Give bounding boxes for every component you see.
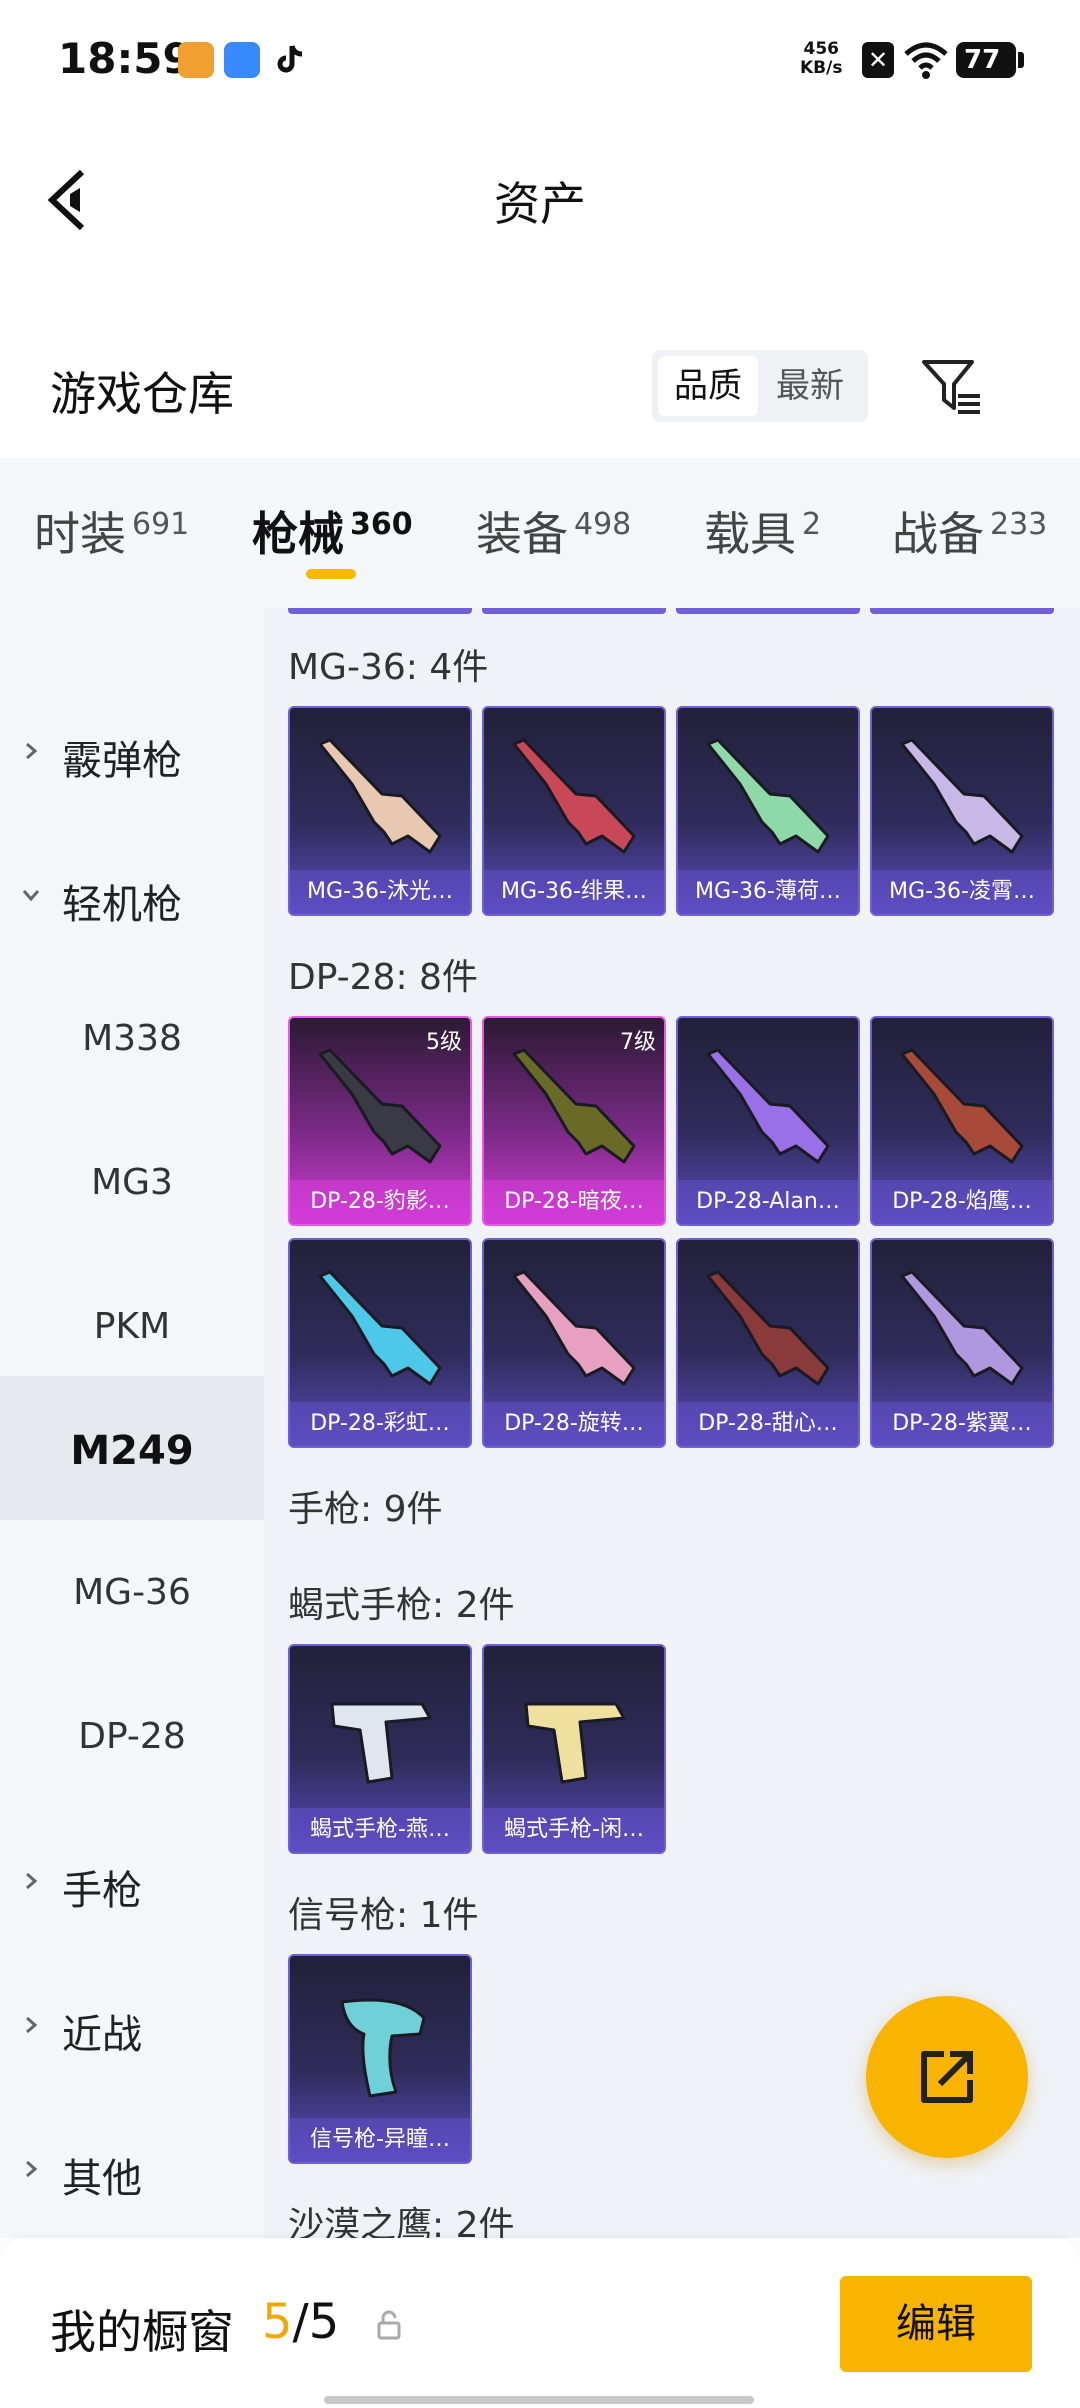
sidebar-item-lmg[interactable]: 轻机枪 — [0, 822, 264, 966]
battery-icon: 77 — [956, 42, 1024, 78]
wifi-icon — [904, 42, 948, 79]
weapon-card[interactable]: DP-28-紫翼… — [870, 1238, 1054, 1448]
weapon-skin-icon — [318, 1270, 442, 1386]
weapon-skin-icon — [512, 1270, 636, 1386]
group-title-desert-eagle: 沙漠之鹰: 2件 — [288, 2205, 515, 2238]
network-speed: 456 KB/s — [800, 39, 843, 78]
weapon-skin-icon — [900, 1270, 1024, 1386]
sidebar-item-dp28[interactable]: DP-28 — [0, 1664, 264, 1808]
weapon-skin-icon — [330, 1702, 432, 1784]
status-bar: 18:59 456 KB/s ✕ 77 — [0, 0, 1080, 120]
sidebar-item-melee[interactable]: 近战 — [0, 1952, 264, 2096]
home-indicator — [324, 2396, 754, 2404]
warehouse-title: 游戏仓库 — [50, 367, 234, 421]
sidebar-item-m338[interactable]: M338 — [0, 966, 264, 1110]
tab-equipment[interactable]: 装备 498 — [476, 498, 631, 564]
sidebar-item-other[interactable]: 其他 — [0, 2096, 264, 2238]
weapon-card[interactable]: 蝎式手枪-闲… — [482, 1644, 666, 1854]
weapon-card[interactable]: 信号枪-异瞳… — [288, 1954, 472, 2164]
weapon-skin-icon — [706, 738, 830, 854]
card-edge — [482, 608, 666, 614]
clock: 18:59 — [58, 34, 192, 83]
tiktok-icon — [277, 45, 303, 73]
tab-fashion[interactable]: 时装 691 — [34, 498, 189, 564]
sort-toggle: 品质 最新 — [652, 350, 868, 422]
weapon-card[interactable]: 7级 DP-28-暗夜… — [482, 1016, 666, 1226]
edit-button[interactable]: 编辑 — [840, 2276, 1032, 2372]
weapon-card[interactable]: DP-28-Alan… — [676, 1016, 860, 1226]
weapon-grid-panel: MG-36: 4件 MG-36-沐光… MG-36-绯果… MG-36-薄荷… … — [264, 608, 1080, 2238]
showcase-count: 5/5 — [262, 2294, 340, 2350]
group-title-pistol: 手枪: 9件 — [288, 1489, 443, 1530]
group-title-dp28: DP-28: 8件 — [288, 957, 478, 998]
share-button[interactable] — [866, 1996, 1028, 2158]
chevron-right-icon — [26, 1872, 38, 1890]
sidebar-item-m249[interactable]: M249 — [0, 1376, 264, 1520]
filter-button[interactable] — [920, 356, 986, 418]
card-edge — [288, 608, 472, 614]
level-badge: 7级 — [620, 1030, 656, 1055]
tab-firearms[interactable]: 枪械 360 — [252, 498, 413, 564]
weapon-card[interactable]: DP-28-焰鹰… — [870, 1016, 1054, 1226]
level-badge: 5级 — [426, 1030, 462, 1055]
weapon-card[interactable]: MG-36-薄荷… — [676, 706, 860, 916]
sort-newest-button[interactable]: 最新 — [760, 356, 860, 416]
weapon-card[interactable]: MG-36-凌霄… — [870, 706, 1054, 916]
weapon-skin-icon — [524, 1702, 626, 1784]
weapon-card[interactable]: 蝎式手枪-燕… — [288, 1644, 472, 1854]
weapon-card[interactable]: MG-36-绯果… — [482, 706, 666, 916]
sort-quality-button[interactable]: 品质 — [658, 356, 758, 416]
tab-vehicles[interactable]: 载具 2 — [704, 498, 821, 564]
share-external-icon — [921, 2051, 973, 2103]
sidebar-item-mg3[interactable]: MG3 — [0, 1110, 264, 1254]
weapon-category-sidebar: 霰弹枪 轻机枪 M338 MG3 PKM M249 MG-36 DP-28 手枪… — [0, 608, 264, 2238]
weapon-card[interactable]: DP-28-旋转… — [482, 1238, 666, 1448]
no-sim-icon: ✕ — [862, 42, 894, 78]
weapon-skin-icon — [340, 1998, 426, 2098]
category-tabs: 时装 691 枪械 360 装备 498 载具 2 战备 233 — [0, 458, 1080, 608]
chevron-right-icon — [26, 2016, 38, 2034]
filter-icon — [922, 360, 980, 414]
chevron-right-icon — [26, 742, 38, 760]
group-title-mg36: MG-36: 4件 — [288, 647, 489, 688]
browser-notification-icon — [224, 42, 260, 78]
weapon-card[interactable]: MG-36-沐光… — [288, 706, 472, 916]
sidebar-item-mg36[interactable]: MG-36 — [0, 1520, 264, 1664]
page-title: 资产 — [494, 177, 586, 231]
weapon-card[interactable]: DP-28-甜心… — [676, 1238, 860, 1448]
app-notification-icon — [178, 42, 214, 78]
group-title-flare-gun: 信号枪: 1件 — [288, 1895, 479, 1936]
card-edge — [676, 608, 860, 614]
weapon-card[interactable]: 5级 DP-28-豹影… — [288, 1016, 472, 1226]
lock-icon — [377, 2310, 401, 2340]
active-tab-indicator — [306, 569, 356, 579]
chevron-down-icon — [22, 890, 40, 902]
weapon-skin-icon — [900, 738, 1024, 854]
showcase-label: 我的橱窗 — [50, 2305, 234, 2359]
weapon-skin-icon — [318, 738, 442, 854]
weapon-skin-icon — [900, 1048, 1024, 1164]
sidebar-item-shotgun[interactable]: 霰弹枪 — [0, 678, 264, 822]
chevron-right-icon — [26, 2160, 38, 2178]
weapon-skin-icon — [512, 738, 636, 854]
sidebar-item-pistol[interactable]: 手枪 — [0, 1808, 264, 1952]
weapon-skin-icon — [706, 1048, 830, 1164]
weapon-skin-icon — [706, 1270, 830, 1386]
tab-supplies[interactable]: 战备 233 — [892, 498, 1047, 564]
group-title-scorpion: 蝎式手枪: 2件 — [288, 1585, 515, 1626]
weapon-skin-icon — [318, 1048, 442, 1164]
weapon-skin-icon — [512, 1048, 636, 1164]
showcase-bar: 我的橱窗 5/5 编辑 — [0, 2238, 1080, 2408]
card-edge — [870, 608, 1054, 614]
weapon-card[interactable]: DP-28-彩虹… — [288, 1238, 472, 1448]
